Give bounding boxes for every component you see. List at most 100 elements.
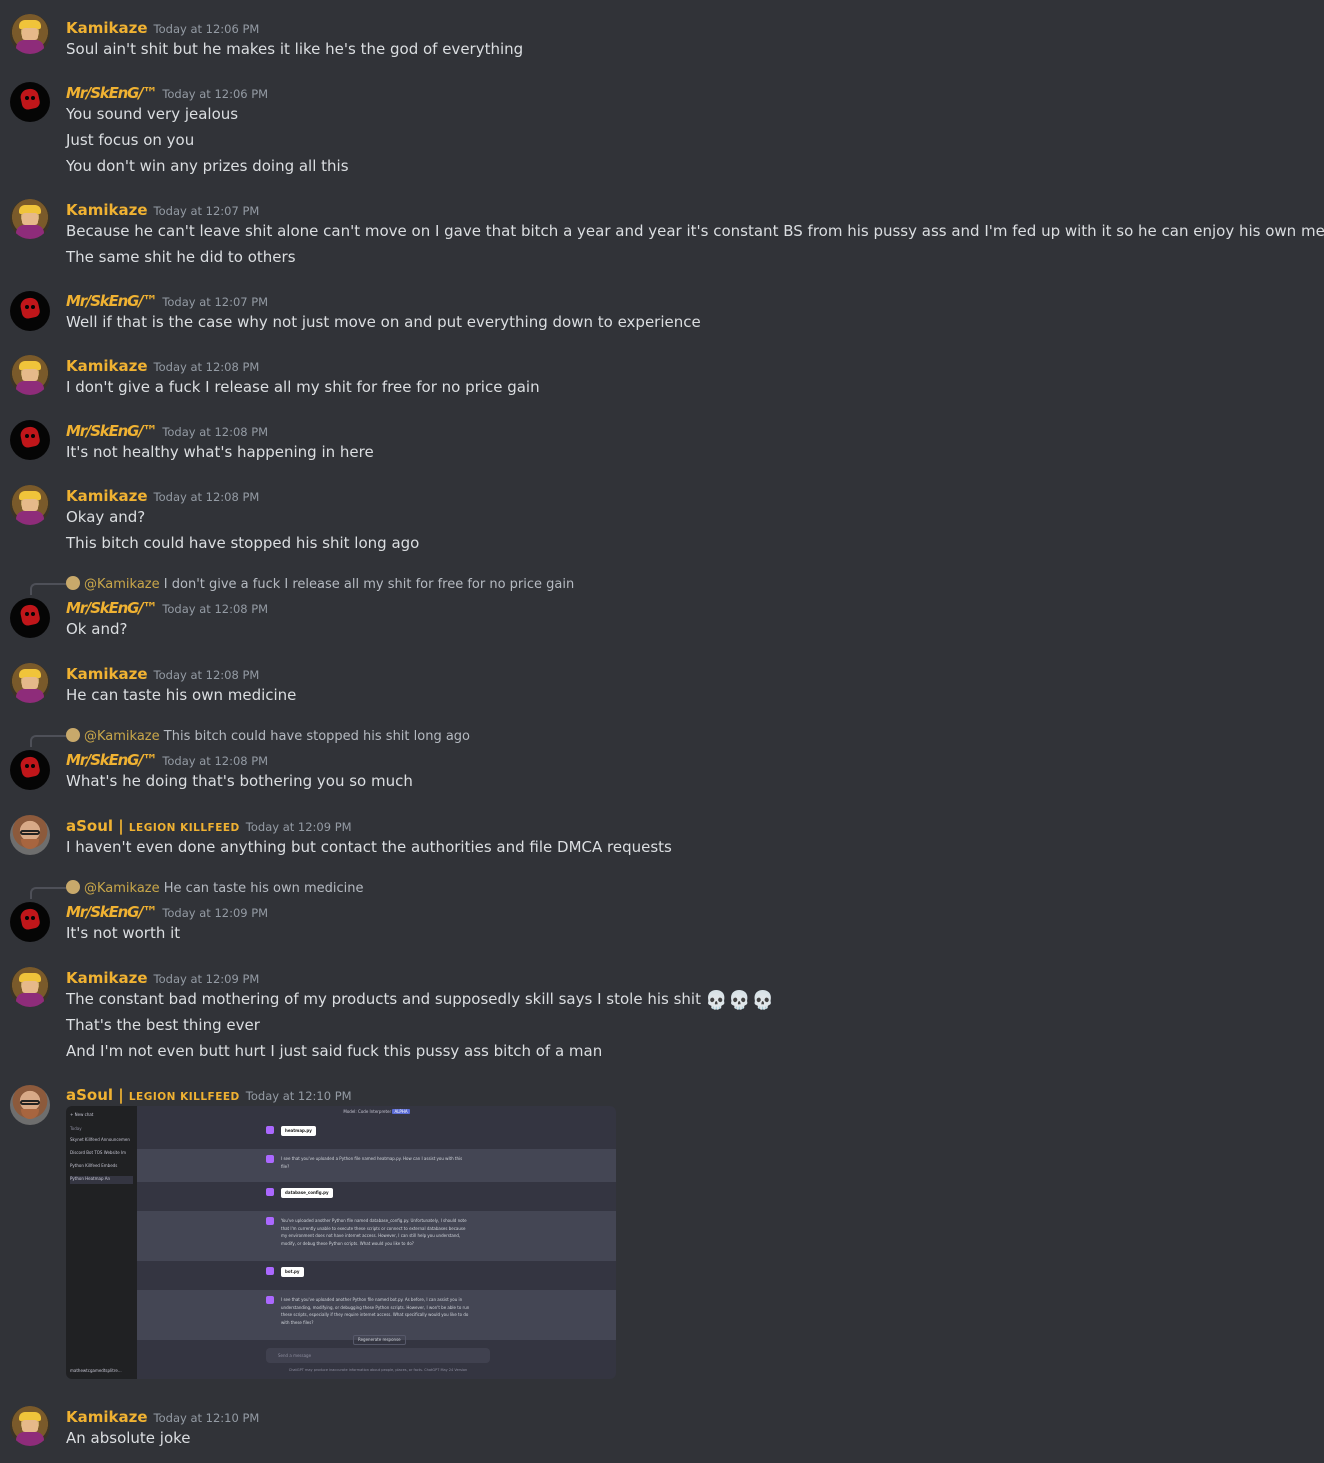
attachment-sidebar: + New chat Today Skynet Killfeed Announc… [66,1106,137,1379]
avatar[interactable] [10,1085,50,1125]
message-text: Because he can't leave shit alone can't … [66,222,1324,240]
timestamp: Today at 12:08 PM [162,754,269,768]
image-attachment[interactable]: + New chat Today Skynet Killfeed Announc… [66,1106,616,1379]
username[interactable]: aSoul | [66,1086,124,1104]
avatar[interactable] [10,598,50,638]
attachment-today: Today [70,1126,82,1131]
reply-text: This bitch could have stopped his shit l… [163,729,471,744]
username[interactable]: Mr/SkEnG/™ [66,903,158,921]
avatar[interactable] [10,485,50,525]
attachment-history-item: Skynet Killfeed Announcemen [70,1137,130,1142]
reply-preview[interactable]: @Kamikaze He can taste his own medicine [66,880,363,896]
message-text: I haven't even done anything but contact… [66,838,672,856]
attachment-input: Send a message [266,1348,490,1363]
username[interactable]: Kamikaze [66,665,148,683]
avatar[interactable] [10,750,50,790]
message-text: What's he doing that's bothering you so … [66,772,413,790]
timestamp: Today at 12:07 PM [162,295,269,309]
message-text: I don't give a fuck I release all my shi… [66,378,540,396]
message-text: The same shit he did to others [66,248,296,266]
message-text: This bitch could have stopped his shit l… [66,534,420,552]
avatar[interactable] [10,902,50,942]
timestamp: Today at 12:06 PM [162,87,269,101]
attachment-history-item: Discord Bot TOS Website Im [70,1150,127,1155]
timestamp: Today at 12:08 PM [162,602,269,616]
timestamp: Today at 12:08 PM [162,425,269,439]
attachment-history-item: Python Killfeed Embeds [70,1163,118,1168]
username[interactable]: aSoul | [66,817,124,835]
timestamp: Today at 12:08 PM [153,490,260,504]
timestamp: Today at 12:10 PM [245,1089,352,1103]
message-text: Just focus on you [66,131,195,149]
avatar[interactable] [10,815,50,855]
attachment-title: Model: Code Interpreter ALPHA [343,1109,410,1114]
timestamp: Today at 12:07 PM [153,204,260,218]
username[interactable]: Kamikaze [66,201,148,219]
attachment-account: mathewtcgamedtsplitre... [70,1368,122,1373]
attachment-row: heatmap.py [137,1120,616,1147]
reply-avatar [66,728,80,742]
timestamp: Today at 12:10 PM [153,1411,260,1425]
reply-spine [30,735,66,747]
attachment-row: database_config.py [137,1182,616,1211]
message-text: Well if that is the case why not just mo… [66,313,701,331]
message-text: It's not healthy what's happening in her… [66,443,374,461]
avatar[interactable] [10,420,50,460]
username[interactable]: Mr/SkEnG/™ [66,599,158,617]
message-text: An absolute joke [66,1429,191,1447]
reply-spine [30,583,66,595]
message-text: You sound very jealous [66,105,239,123]
attachment-regenerate: Regenerate response [353,1335,406,1345]
message-text: He can taste his own medicine [66,686,297,704]
attachment-row: I see that you've uploaded a Python file… [137,1149,616,1182]
avatar[interactable] [10,1406,50,1446]
timestamp: Today at 12:08 PM [153,360,260,374]
timestamp: Today at 12:09 PM [245,820,352,834]
reply-mention: @Kamikaze [84,577,160,592]
attachment-new-chat: + New chat [70,1112,94,1117]
username[interactable]: Kamikaze [66,487,148,505]
avatar[interactable] [10,199,50,239]
avatar[interactable] [10,967,50,1007]
message-text: It's not worth it [66,924,181,942]
message-text: You don't win any prizes doing all this [66,157,349,175]
avatar[interactable] [10,14,50,54]
attachment-row: You've uploaded another Python file name… [137,1211,616,1261]
reply-preview[interactable]: @Kamikaze I don't give a fuck I release … [66,576,574,592]
reply-mention: @Kamikaze [84,729,160,744]
attachment-row: I see that you've uploaded another Pytho… [137,1290,616,1340]
timestamp: Today at 12:09 PM [153,972,260,986]
timestamp: Today at 12:09 PM [162,906,269,920]
avatar[interactable] [10,663,50,703]
reply-preview[interactable]: @Kamikaze This bitch could have stopped … [66,728,470,744]
role-tag: LEGION KILLFEED [128,1091,240,1103]
message-text: And I'm not even butt hurt I just said f… [66,1042,603,1060]
message-text: Okay and? [66,508,146,526]
avatar[interactable] [10,82,50,122]
username[interactable]: Kamikaze [66,1408,148,1426]
username[interactable]: Mr/SkEnG/™ [66,751,158,769]
username[interactable]: Mr/SkEnG/™ [66,292,158,310]
role-tag: LEGION KILLFEED [128,822,240,834]
username[interactable]: Kamikaze [66,19,148,37]
message-text-content: The constant bad mothering of my product… [66,990,701,1008]
attachment-footer: ChatGPT may produce inaccurate informati… [288,1368,468,1372]
avatar[interactable] [10,291,50,331]
reply-avatar [66,880,80,894]
reply-text: I don't give a fuck I release all my shi… [163,577,575,592]
skull-emoji: 💀💀💀 [704,990,776,1011]
attachment-history-item: Python Heatmap An [70,1176,133,1184]
message-text: Soul ain't shit but he makes it like he'… [66,40,524,58]
message-text: Ok and? [66,620,128,638]
username[interactable]: Kamikaze [66,357,148,375]
timestamp: Today at 12:08 PM [153,668,260,682]
username[interactable]: Mr/SkEnG/™ [66,84,158,102]
username[interactable]: Kamikaze [66,969,148,987]
reply-text: He can taste his own medicine [163,881,364,896]
reply-mention: @Kamikaze [84,881,160,896]
avatar[interactable] [10,355,50,395]
timestamp: Today at 12:06 PM [153,22,260,36]
message-text: The constant bad mothering of my product… [66,990,775,1011]
username[interactable]: Mr/SkEnG/™ [66,422,158,440]
reply-spine [30,887,66,899]
